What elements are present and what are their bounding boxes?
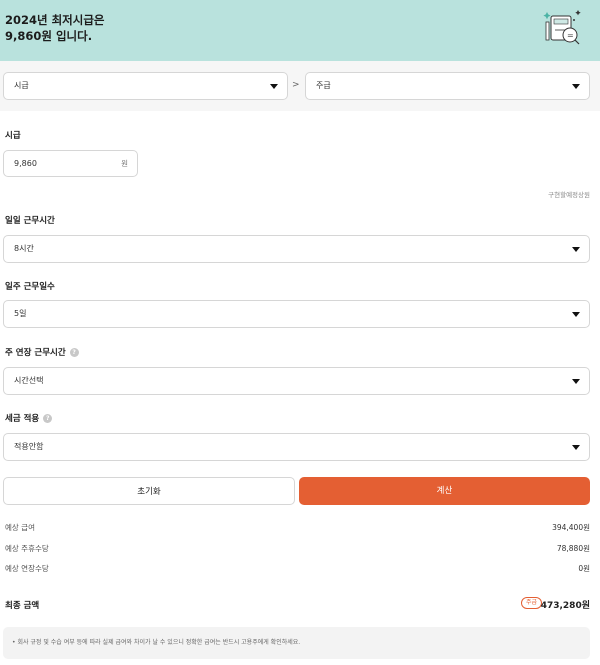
overtime-value: 시간선택 xyxy=(14,376,44,385)
result-label: 예상 급여 xyxy=(5,523,35,532)
chevron-down-icon xyxy=(572,379,580,384)
banner-line-1: 2024년 최저시급은 xyxy=(5,13,105,27)
result-value: 0원 xyxy=(578,564,590,573)
overtime-select[interactable]: 시간선택 xyxy=(3,367,590,395)
result-row-holiday-pay: 예상 주휴수당 78,880원 xyxy=(5,543,590,554)
calculate-button[interactable]: 계산 xyxy=(299,477,590,505)
total-value: 473,280원 xyxy=(540,601,590,611)
question-icon[interactable]: ? xyxy=(43,414,53,423)
disclaimer-notice: • 회사 규정 및 수습 여부 등에 따라 실제 급여와 차이가 날 수 있으니… xyxy=(3,627,590,659)
result-label: 예상 연장수당 xyxy=(5,564,49,573)
arrow-right-icon: > xyxy=(292,80,300,90)
question-icon[interactable]: ? xyxy=(69,348,79,357)
result-label: 예상 주휴수당 xyxy=(5,544,49,553)
result-row-overtime-pay: 예상 연장수당 0원 xyxy=(5,563,590,574)
calculator-illustration-icon: = xyxy=(543,10,581,45)
daily-hours-label: 일일 근무시간 xyxy=(5,216,55,226)
chevron-down-icon xyxy=(572,84,580,89)
total-unit-badge: 주급 xyxy=(521,597,543,609)
tax-label-text: 세금 적용 xyxy=(5,414,40,424)
result-value: 78,880원 xyxy=(556,544,590,553)
chevron-down-icon xyxy=(572,247,580,252)
reset-button[interactable]: 초기화 xyxy=(3,477,295,505)
banner-line-2: 9,860원 입니다. xyxy=(5,29,93,43)
wage-value: 9,860 xyxy=(14,159,37,168)
daily-hours-select[interactable]: 8시간 xyxy=(3,235,590,263)
result-row-salary: 예상 급여 394,400원 xyxy=(5,522,590,533)
tax-select[interactable]: 적용안함 xyxy=(3,433,590,461)
svg-text:=: = xyxy=(567,31,574,40)
tax-label: 세금 적용? xyxy=(5,412,53,424)
daily-hours-value: 8시간 xyxy=(14,244,34,253)
chevron-down-icon xyxy=(270,84,278,89)
to-unit-select[interactable]: 주급 xyxy=(305,72,590,100)
min-wage-banner: 2024년 최저시급은 9,860원 입니다. = xyxy=(0,0,600,61)
result-value: 394,400원 xyxy=(552,523,590,532)
weekly-days-select[interactable]: 5일 xyxy=(3,300,590,328)
weekly-days-value: 5일 xyxy=(14,309,27,318)
weekly-days-label: 일주 근무일수 xyxy=(5,282,55,292)
total-label: 최종 금액 xyxy=(5,601,40,611)
chevron-down-icon xyxy=(572,445,580,450)
wage-label: 시급 xyxy=(5,131,21,141)
wage-unit: 원 xyxy=(121,159,128,168)
tax-value: 적용안함 xyxy=(14,442,44,451)
info-link[interactable]: 구현할예정상원 xyxy=(548,189,590,199)
banner-title: 2024년 최저시급은 9,860원 입니다. xyxy=(5,12,105,44)
to-unit-value: 주급 xyxy=(316,81,331,90)
overtime-label: 주 연장 근무시간? xyxy=(5,346,79,358)
chevron-down-icon xyxy=(572,312,580,317)
overtime-label-text: 주 연장 근무시간 xyxy=(5,348,66,358)
wage-input[interactable]: 9,860 원 xyxy=(3,150,138,177)
from-unit-value: 시급 xyxy=(14,81,29,90)
from-unit-select[interactable]: 시급 xyxy=(3,72,288,100)
